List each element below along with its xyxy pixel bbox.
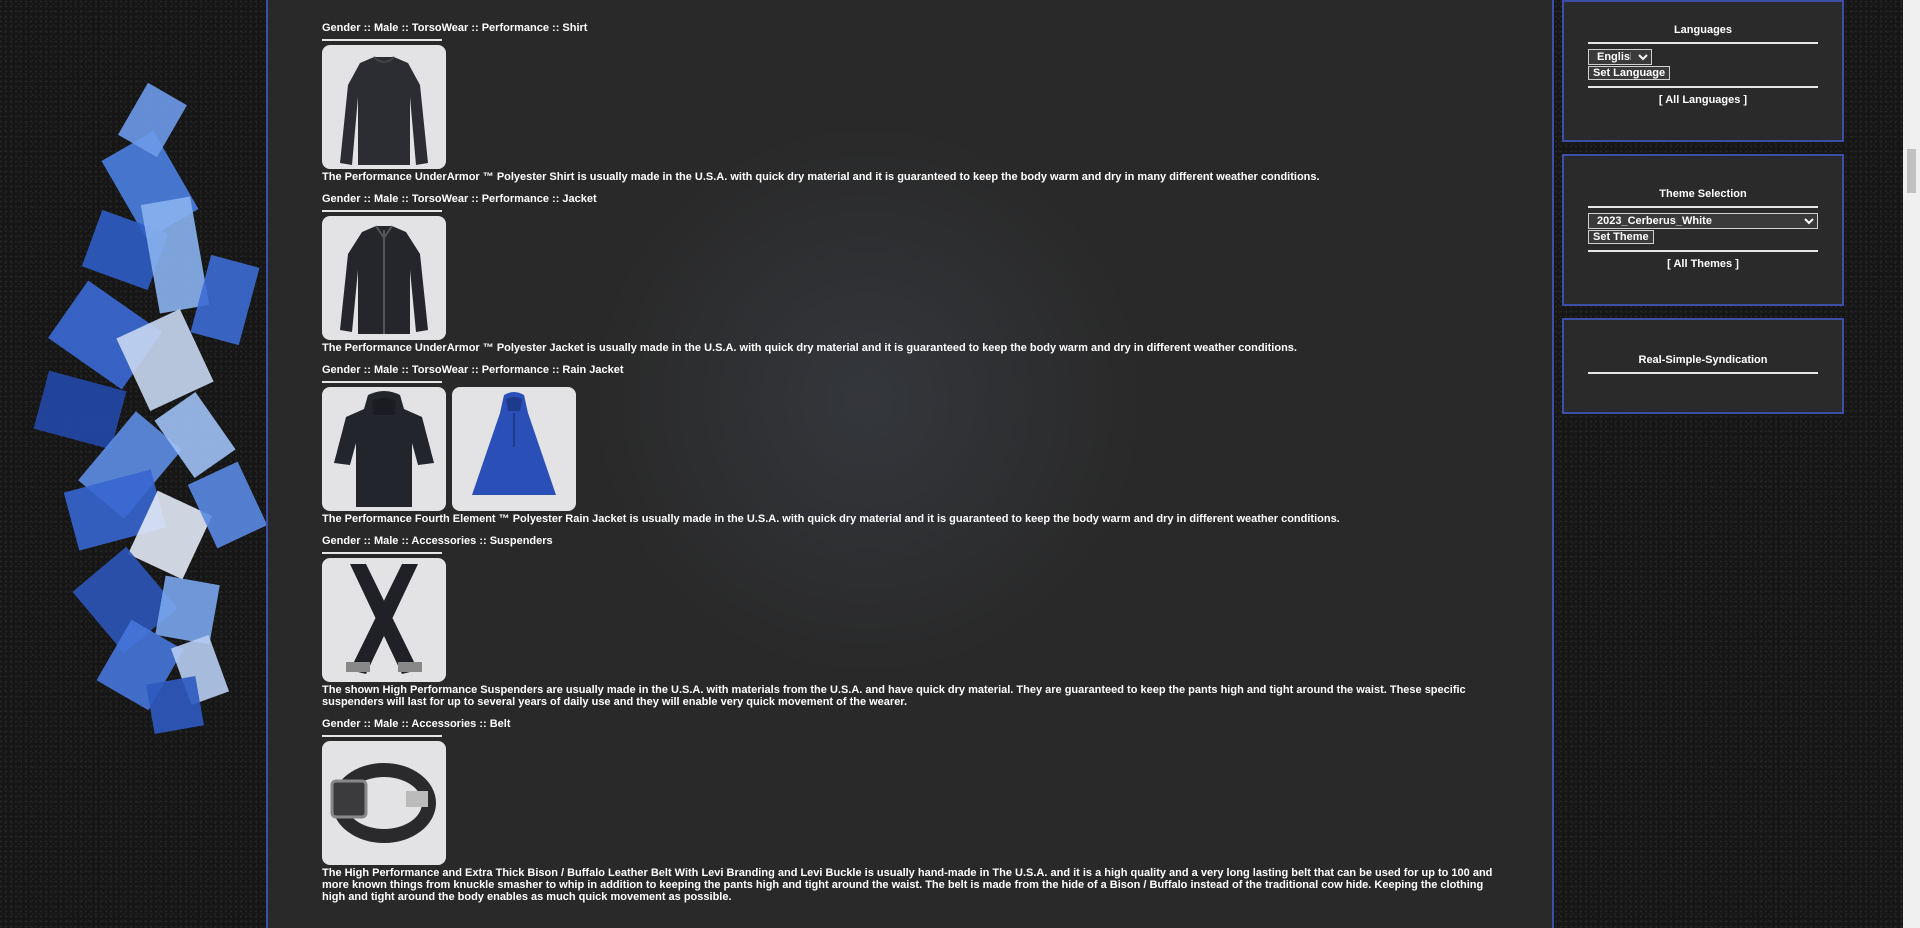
shard-shape (140, 196, 210, 314)
divider (1588, 42, 1818, 44)
product-images (322, 558, 1502, 682)
product-entry: Gender :: Male :: TorsoWear :: Performan… (322, 191, 1502, 354)
divider (1588, 86, 1818, 88)
product-entry: Gender :: Male :: Accessories :: Suspend… (322, 533, 1502, 708)
all-themes-link[interactable]: [ All Themes ] (1588, 258, 1818, 270)
product-category: Gender :: Male :: Accessories :: Suspend… (322, 535, 553, 547)
divider (322, 381, 442, 383)
divider (322, 210, 442, 212)
languages-title: Languages (1673, 24, 1733, 36)
decorative-shards (0, 0, 270, 928)
scrollbar[interactable] (1903, 0, 1920, 928)
divider (1588, 206, 1818, 208)
all-languages-link[interactable]: [ All Languages ] (1588, 94, 1818, 106)
product-entry: Gender :: Male :: TorsoWear :: Performan… (322, 20, 1502, 183)
product-image-shirt[interactable] (322, 45, 446, 169)
set-language-button[interactable]: Set Language (1588, 66, 1671, 80)
set-theme-button[interactable]: Set Theme (1588, 230, 1654, 244)
product-images (322, 741, 1502, 865)
product-image-rain-poncho[interactable] (452, 387, 576, 511)
theme-select[interactable]: 2023_Cerberus_White (1588, 213, 1818, 229)
product-category: Gender :: Male :: Accessories :: Belt (322, 718, 511, 730)
divider (1588, 250, 1818, 252)
divider (322, 552, 442, 554)
theme-box: Theme Selection 2023_Cerberus_White Set … (1562, 154, 1844, 306)
product-entry: Gender :: Male :: TorsoWear :: Performan… (322, 362, 1502, 525)
product-image-belt[interactable] (322, 741, 446, 865)
product-entry: Gender :: Male :: Accessories :: BeltThe… (322, 716, 1502, 903)
sidebar: Languages English Set Language [ All Lan… (1562, 0, 1846, 414)
product-description: The Performance UnderArmor ™ Polyester S… (322, 171, 1320, 183)
scrollbar-thumb[interactable] (1907, 149, 1916, 193)
product-description: The Performance Fourth Element ™ Polyest… (322, 513, 1340, 525)
rss-title: Real-Simple-Syndication (1638, 354, 1768, 366)
product-image-rain-jacket[interactable] (322, 387, 446, 511)
product-category: Gender :: Male :: TorsoWear :: Performan… (322, 22, 588, 34)
product-category: Gender :: Male :: TorsoWear :: Performan… (322, 364, 624, 376)
product-images (322, 216, 1502, 340)
product-images (322, 45, 1502, 169)
product-description: The shown High Performance Suspenders ar… (322, 684, 1466, 708)
product-category: Gender :: Male :: TorsoWear :: Performan… (322, 193, 597, 205)
language-select[interactable]: English (1588, 49, 1652, 65)
product-image-suspenders[interactable] (322, 558, 446, 682)
product-images (322, 387, 1502, 511)
divider (322, 39, 442, 41)
shard-shape (155, 575, 220, 645)
product-description: The Performance UnderArmor ™ Polyester J… (322, 342, 1297, 354)
main-content-panel: Gender :: Male :: TorsoWear :: Performan… (266, 0, 1554, 928)
product-description: The High Performance and Extra Thick Bis… (322, 867, 1493, 903)
divider (1588, 372, 1818, 374)
divider (322, 735, 442, 737)
product-image-jacket[interactable] (322, 216, 446, 340)
theme-title: Theme Selection (1659, 188, 1747, 200)
product-list: Gender :: Male :: TorsoWear :: Performan… (268, 0, 1502, 903)
shard-shape (146, 676, 204, 734)
rss-box: Real-Simple-Syndication (1562, 318, 1844, 414)
languages-box: Languages English Set Language [ All Lan… (1562, 0, 1844, 142)
